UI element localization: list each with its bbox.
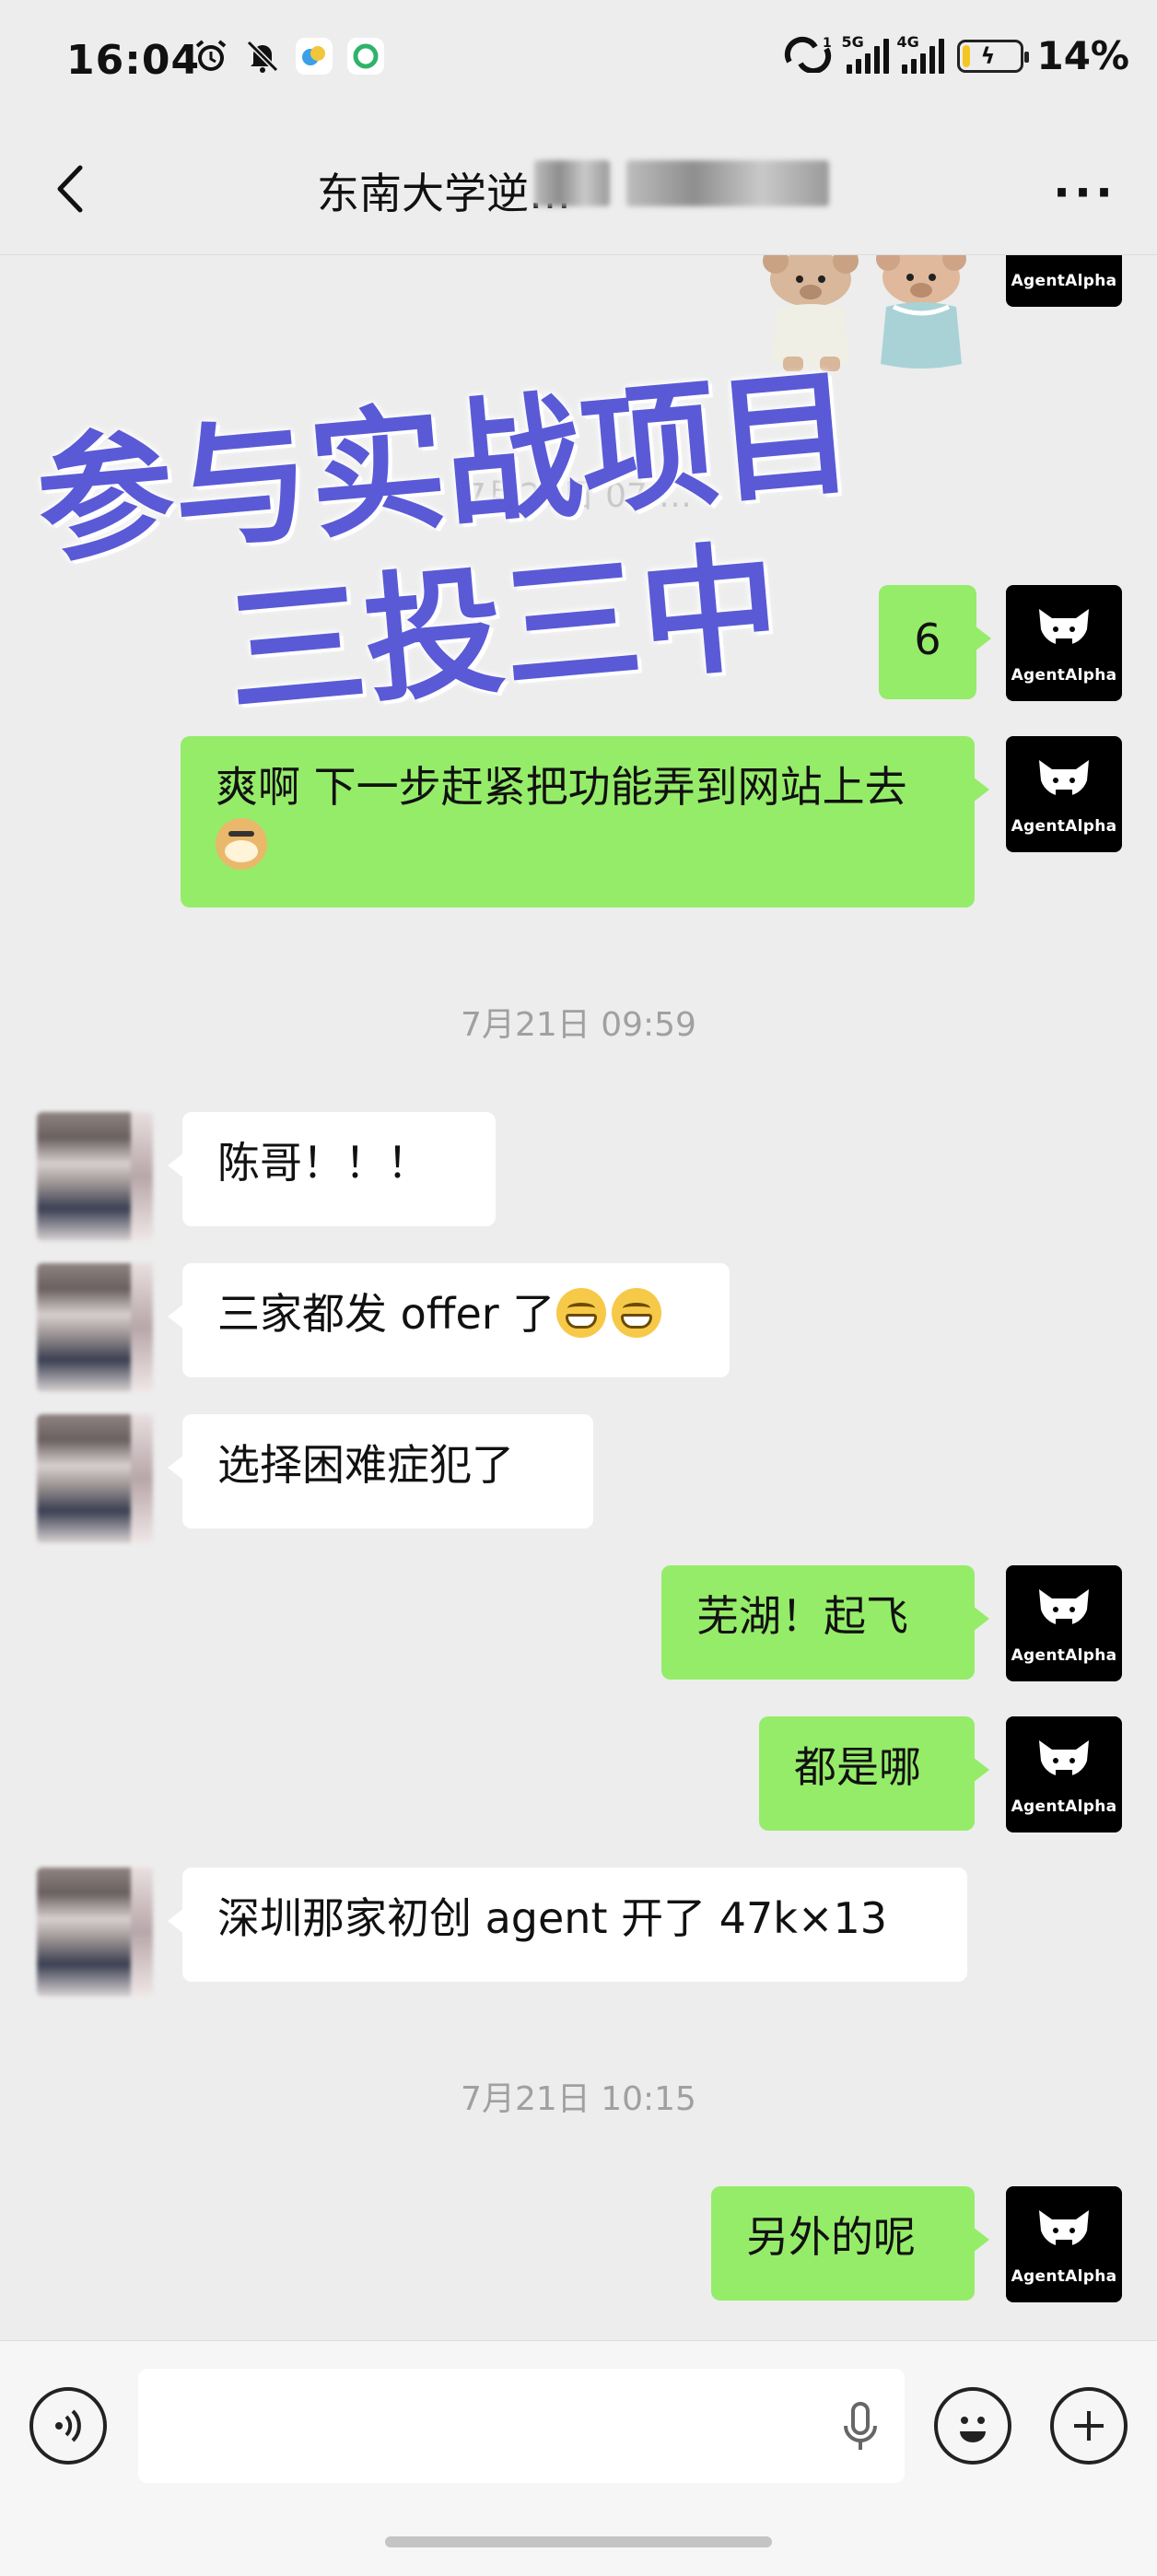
message-text: 三家都发 offer 了 xyxy=(217,1289,555,1339)
redacted-title-part xyxy=(534,160,610,206)
my-avatar[interactable]: AgentAlpha xyxy=(1006,736,1122,852)
grin-emoji-icon xyxy=(556,1288,607,1338)
microphone-icon[interactable] xyxy=(842,2400,879,2453)
my-avatar[interactable]: AgentAlpha xyxy=(1006,255,1122,307)
status-right-icons: 1 5G 4G ϟ 14% xyxy=(782,33,1129,78)
battery-percent: 14% xyxy=(1036,33,1129,78)
bear-logo-icon xyxy=(1039,1589,1089,1635)
bear-logo-icon xyxy=(1039,760,1089,806)
more-functions-button[interactable] xyxy=(1050,2387,1128,2465)
more-options-button[interactable]: ··· xyxy=(1053,166,1116,219)
chat-header: 东南大学逆… ··· xyxy=(0,129,1157,255)
message-bubble-me[interactable]: 芜湖！起飞 xyxy=(661,1565,989,1680)
my-avatar[interactable]: AgentAlpha xyxy=(1006,1565,1122,1681)
signal-4g-label: 4G xyxy=(896,32,919,51)
message-bubble-me[interactable]: 爽啊 下一步赶紧把功能弄到网站上去 xyxy=(181,736,989,907)
input-bar xyxy=(0,2340,1157,2576)
svg-text:1: 1 xyxy=(823,36,832,51)
status-time: 16:04 xyxy=(66,37,201,84)
grin-emoji-icon xyxy=(612,1288,662,1338)
chevron-left-icon xyxy=(57,165,83,213)
contact-avatar[interactable] xyxy=(37,1263,153,1392)
alarm-icon xyxy=(192,37,230,76)
message-bubble-them[interactable]: 选择困难症犯了 xyxy=(168,1414,593,1528)
message-bubble-them[interactable]: 陈哥！！！ xyxy=(168,1112,496,1226)
my-avatar[interactable]: AgentAlpha xyxy=(1006,585,1122,701)
bear-logo-icon xyxy=(1039,2210,1089,2256)
mute-bell-icon xyxy=(243,37,282,76)
battery-fill xyxy=(963,44,971,67)
timestamp: 7月21日 09:59 xyxy=(461,1006,696,1044)
message-bubble-them[interactable]: 深圳那家初创 agent 开了 47k×13 xyxy=(168,1868,967,1982)
contact-avatar[interactable] xyxy=(37,1112,153,1241)
home-indicator[interactable] xyxy=(385,2536,772,2547)
redacted-title-part-2 xyxy=(626,160,829,206)
app-notification-icon xyxy=(295,37,333,76)
hd-link-icon: 1 xyxy=(782,36,834,76)
message-bubble-me[interactable]: 都是哪 xyxy=(759,1716,989,1831)
my-avatar[interactable]: AgentAlpha xyxy=(1006,2186,1122,2302)
avatar-brand-label: AgentAlpha xyxy=(1011,272,1117,290)
signal-4g-icon: 4G xyxy=(896,33,945,74)
message-text: 爽啊 下一步赶紧把功能弄到网站上去 xyxy=(216,762,907,812)
message-bubble-them[interactable]: 三家都发 offer 了 xyxy=(168,1263,730,1377)
avatar-brand-label: AgentAlpha xyxy=(1011,817,1117,836)
timestamp: 7月21日 10:15 xyxy=(461,2080,696,2118)
avatar-brand-label: AgentAlpha xyxy=(1011,2267,1117,2286)
contact-avatar[interactable] xyxy=(37,1868,153,1996)
signal-5g-icon: 5G xyxy=(841,33,890,74)
message-list[interactable]: AgentAlpha 7月21日 07:… 6 AgentAlpha 爽啊 下一… xyxy=(0,255,1157,2339)
bear-logo-icon xyxy=(1039,609,1089,655)
smiley-icon xyxy=(960,2417,986,2442)
message-bubble-me[interactable]: 6 xyxy=(879,585,991,699)
status-bar: 16:04 1 5G 4G ϟ 14% xyxy=(0,0,1157,129)
chat-title: 东南大学逆… xyxy=(317,169,571,218)
contact-avatar[interactable] xyxy=(37,1414,153,1543)
app-notification-icon-2 xyxy=(346,37,385,76)
charging-bolt-icon: ϟ xyxy=(980,42,996,69)
avatar-brand-label: AgentAlpha xyxy=(1011,1646,1117,1665)
avatar-brand-label: AgentAlpha xyxy=(1011,1797,1117,1816)
message-input[interactable] xyxy=(138,2369,905,2483)
message-bubble-me[interactable]: 另外的呢 xyxy=(711,2186,989,2301)
voice-wave-icon xyxy=(55,2409,81,2442)
battery-icon: ϟ xyxy=(957,39,1030,73)
voice-toggle-button[interactable] xyxy=(29,2387,107,2465)
signal-5g-label: 5G xyxy=(841,32,864,51)
my-avatar[interactable]: AgentAlpha xyxy=(1006,1716,1122,1832)
status-left-icons xyxy=(192,37,385,76)
doge-emoji-icon xyxy=(216,818,267,870)
plus-icon xyxy=(1074,2411,1104,2441)
back-button[interactable] xyxy=(42,157,98,221)
emoji-button[interactable] xyxy=(934,2387,1011,2465)
bear-logo-icon xyxy=(1056,255,1072,261)
avatar-brand-label: AgentAlpha xyxy=(1011,666,1117,685)
bear-logo-icon xyxy=(1039,1740,1089,1786)
